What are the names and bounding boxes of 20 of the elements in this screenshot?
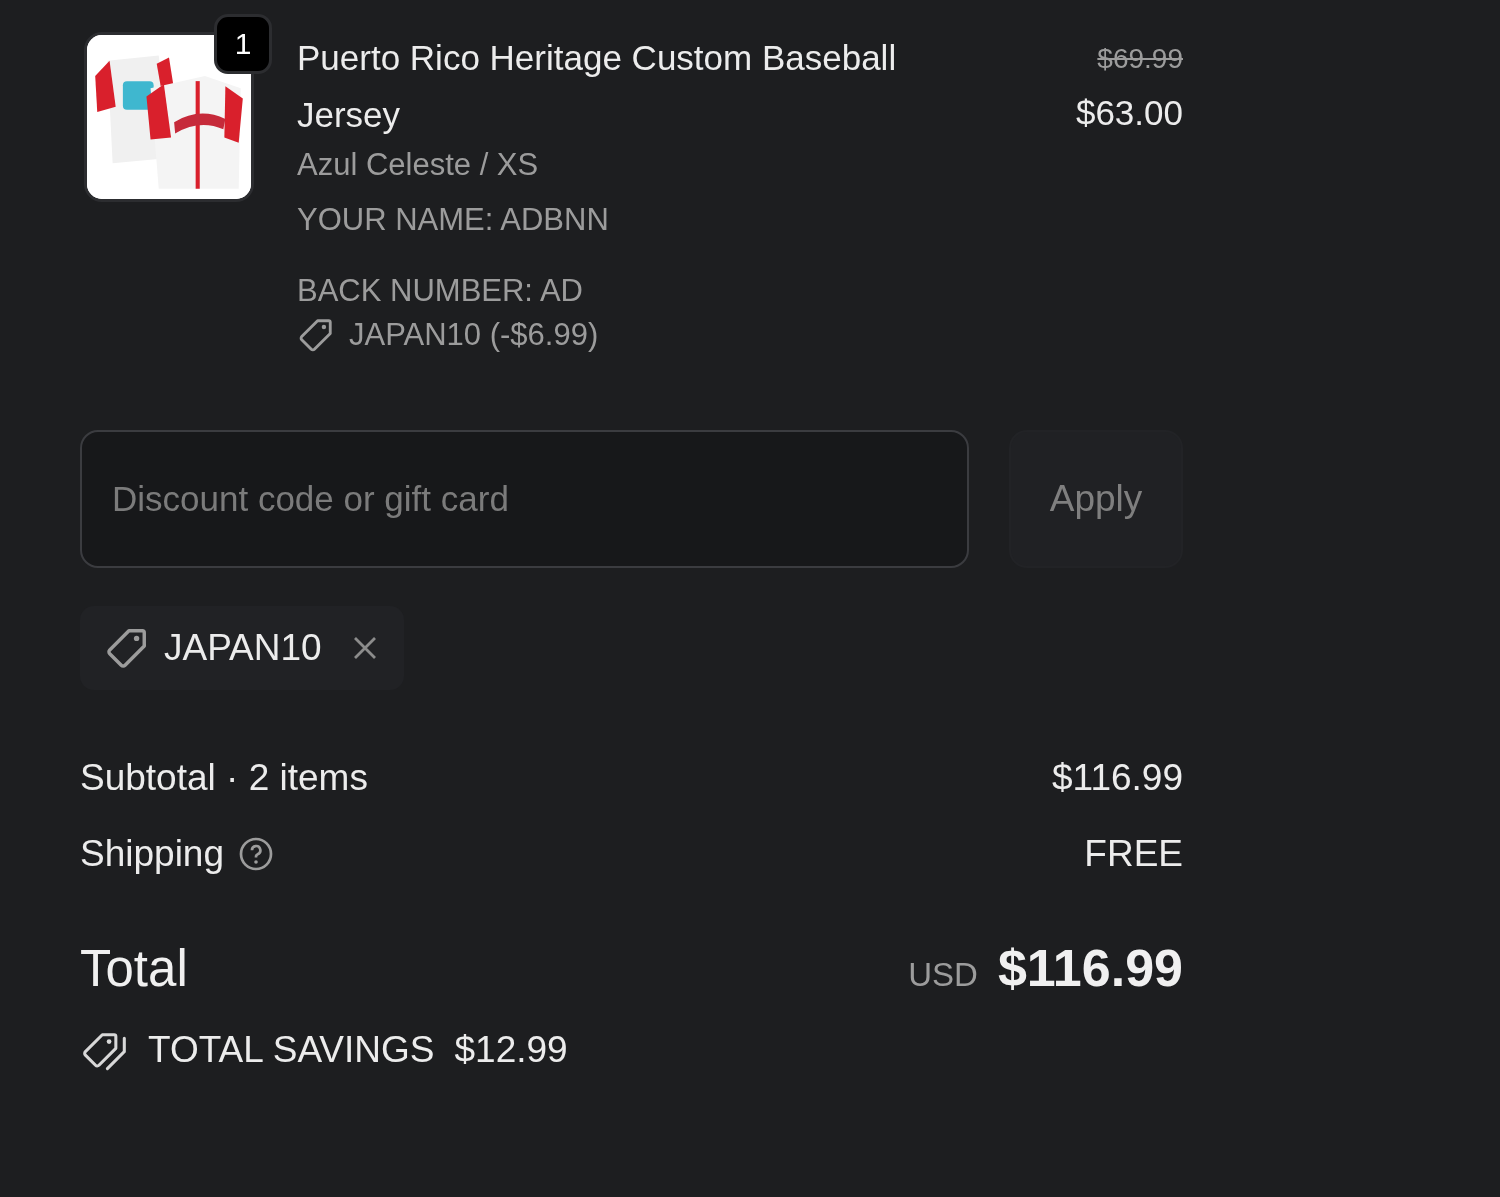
savings-label: TOTAL SAVINGS — [148, 1029, 435, 1071]
product-property: YOUR NAME: ADBNN — [297, 201, 610, 239]
product-variant: Azul Celeste / XS — [297, 146, 540, 184]
product-property: BACK NUMBER: AD — [297, 272, 584, 310]
savings-amount: $12.99 — [454, 1029, 568, 1071]
compare-price: $69.99 — [1097, 42, 1183, 76]
discount-field[interactable]: Discount code or gift card — [80, 430, 969, 568]
tag-icon — [297, 316, 335, 354]
total-amount: $116.99 — [997, 938, 1183, 998]
summary-label: Shipping — [80, 832, 224, 876]
currency-code: USD — [908, 956, 978, 994]
product-price: $63.00 — [1075, 92, 1183, 134]
item-discount: JAPAN10 (-$6.99) — [349, 316, 599, 354]
summary-value: FREE — [1084, 832, 1183, 876]
quantity-badge: 1 — [214, 14, 272, 74]
total-label: Total — [80, 938, 188, 998]
discount-code: JAPAN10 — [164, 627, 322, 669]
summary-value: $116.99 — [1052, 756, 1183, 800]
product-title: Puerto Rico Heritage Custom Baseball Jersey — [297, 37, 898, 136]
summary-label: Subtotal · 2 items — [80, 756, 368, 800]
